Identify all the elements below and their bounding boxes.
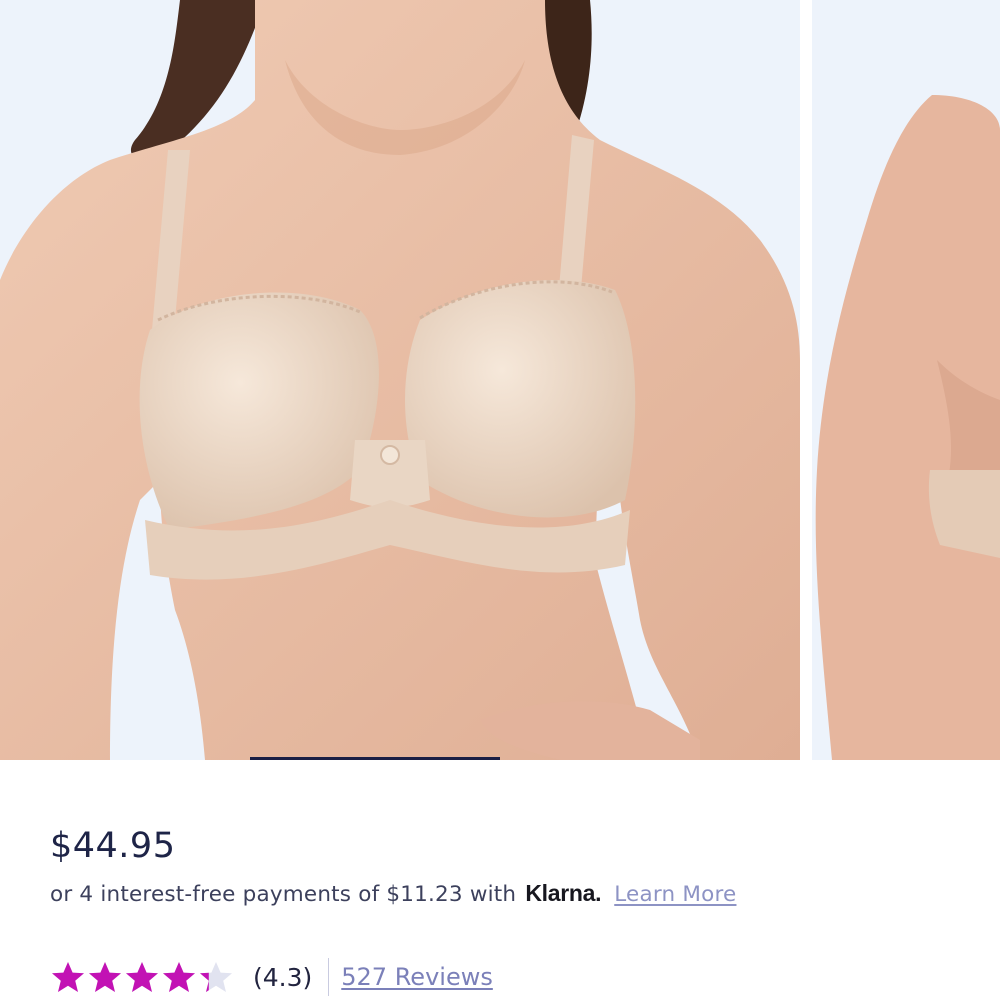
product-image-next[interactable] [812,0,1000,760]
product-image-carousel[interactable] [0,0,1000,760]
installment-text: or 4 interest-free payments of $11.23 wi… [50,882,517,907]
star-icon [124,960,160,994]
rating-divider [328,958,330,996]
star-icon [198,960,234,994]
star-icon [87,960,123,994]
rating-score: (4.3) [253,962,313,992]
installment-payments: or 4 interest-free payments of $11.23 wi… [50,880,736,907]
star-icon [161,960,197,994]
learn-more-link[interactable]: Learn More [614,882,736,907]
rating-summary: (4.3) 527 Reviews [50,955,493,999]
carousel-active-indicator [250,757,500,760]
product-price: $44.95 [50,826,176,866]
star-icon [50,960,86,994]
rating-stars [50,960,235,994]
product-image-main[interactable] [0,0,800,760]
klarna-logo: Klarna. [525,880,602,906]
reviews-link[interactable]: 527 Reviews [341,963,493,991]
